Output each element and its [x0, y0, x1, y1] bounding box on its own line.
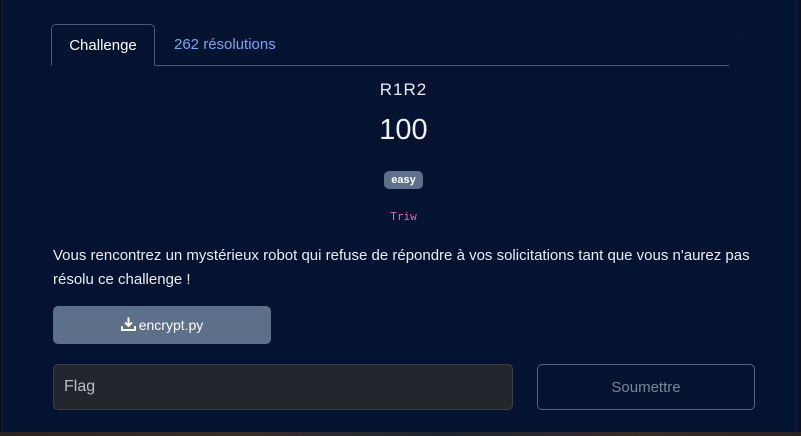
flag-input[interactable] — [53, 364, 513, 410]
download-file-button[interactable]: encrypt.py — [53, 306, 271, 344]
download-icon — [120, 317, 139, 334]
challenge-description: Vous rencontrez un mystérieux robot qui … — [53, 247, 750, 288]
modal-tabs: Challenge 262 résolutions — [51, 24, 729, 66]
challenge-author: Triw — [390, 210, 417, 223]
difficulty-badge: easy — [384, 171, 423, 189]
challenge-points: 100 — [379, 114, 428, 146]
difficulty-badge-wrapper: easy — [3, 170, 801, 189]
download-file-label: encrypt.py — [138, 317, 204, 333]
challenge-title: R1R2 — [379, 80, 428, 99]
tab-challenge[interactable]: Challenge — [51, 24, 155, 66]
tab-solves[interactable]: 262 résolutions — [174, 24, 276, 66]
backdrop-edge — [0, 432, 801, 436]
submit-button[interactable]: Soumettre — [537, 364, 755, 410]
close-icon[interactable]: × — [732, 26, 752, 46]
challenge-modal: × Challenge 262 résolutions R1R2 100 eas… — [2, 0, 797, 432]
